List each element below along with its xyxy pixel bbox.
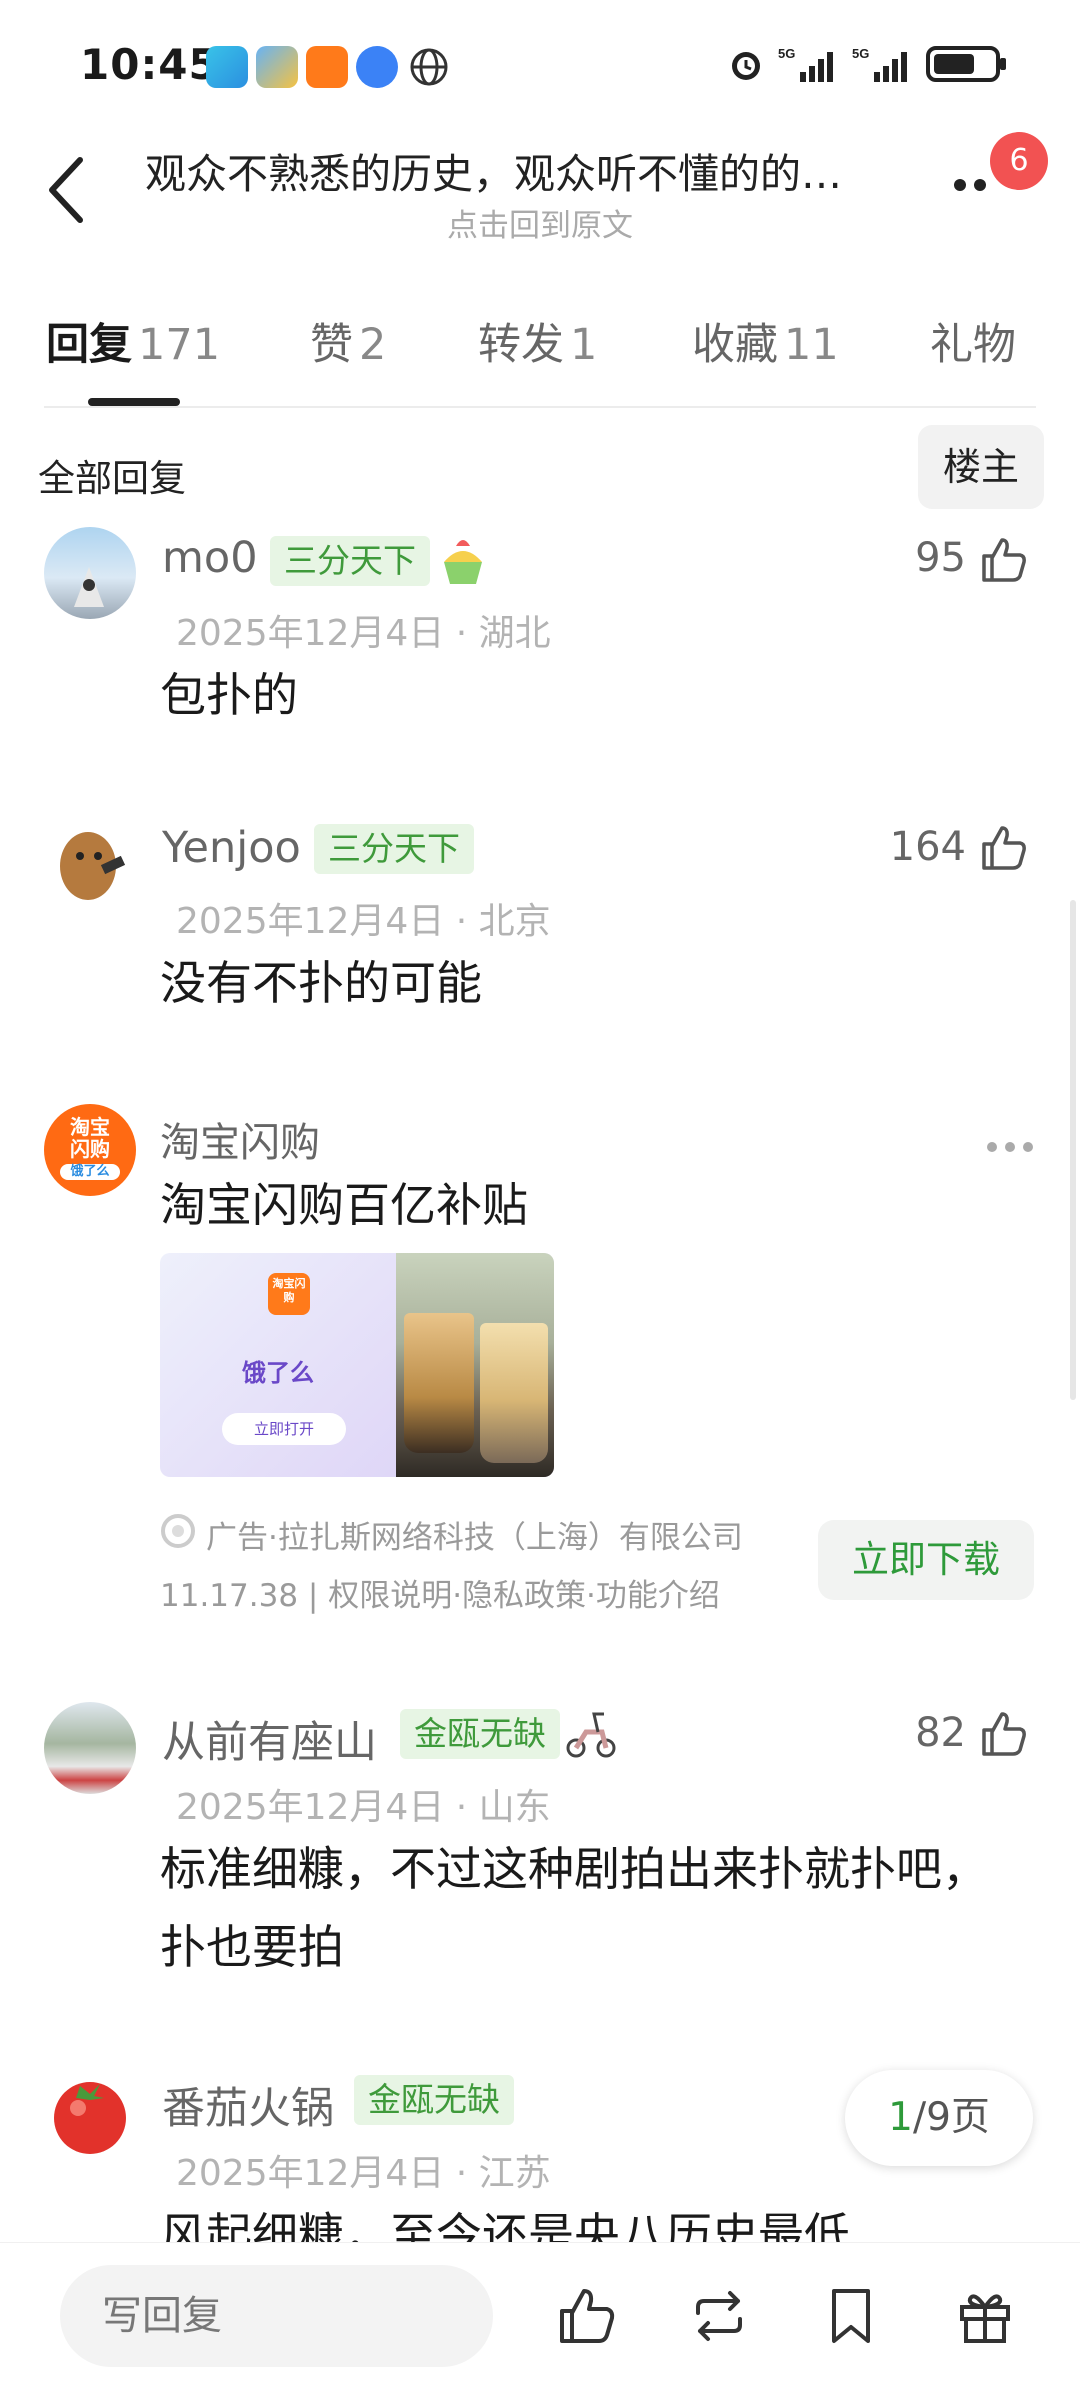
cupcake-icon	[444, 540, 482, 584]
thumbs-up-icon[interactable]	[978, 822, 1030, 874]
scrollbar[interactable]	[1070, 900, 1076, 1400]
avatar-image	[74, 567, 104, 607]
page-title[interactable]: 观众不熟悉的历史，观众听不懂的的…	[145, 140, 905, 200]
ad-avatar[interactable]: 淘宝 闪购 饿了么	[44, 1104, 136, 1196]
like-count: 95	[915, 535, 966, 581]
like-count: 164	[889, 824, 966, 870]
user-badge: 金瓯无缺	[400, 1709, 560, 1759]
comment-meta: 2025年12月4日 · 北京	[176, 901, 551, 942]
avatar[interactable]	[44, 527, 136, 619]
drink-cup	[480, 1323, 548, 1463]
ad-app-icon: 淘宝闪购	[268, 1273, 310, 1315]
weather-app-icon	[256, 46, 298, 88]
drink-cup	[404, 1313, 474, 1453]
user-badge: 三分天下	[314, 824, 474, 874]
bottom-bar: 写回复	[0, 2242, 1080, 2392]
comment-text[interactable]: 标准细糠，不过这种剧拍出来扑就扑吧， 扑也要拍	[160, 1830, 1020, 1986]
active-tab-indicator	[88, 398, 180, 406]
gift-icon[interactable]	[954, 2285, 1016, 2347]
ad-app-name: 饿了么	[242, 1359, 314, 1387]
repost-icon[interactable]	[688, 2285, 750, 2347]
reply-input[interactable]: 写回复	[60, 2265, 493, 2367]
comment-meta: 2025年12月4日 · 江苏	[176, 2153, 551, 2194]
ad-open-button[interactable]: 立即打开	[222, 1413, 346, 1445]
comment-text[interactable]: 风起细糠，至今还是央八历史最低	[160, 2196, 900, 2242]
tab-gifts[interactable]: 礼物	[930, 310, 1016, 372]
thumbs-up-icon[interactable]	[978, 534, 1030, 586]
section-title: 全部回复	[38, 457, 186, 500]
status-indicators: 5G 5G	[726, 44, 1006, 84]
svg-text:5G: 5G	[778, 46, 795, 61]
globe-icon	[410, 48, 448, 86]
tab-reposts[interactable]: 转发 1	[478, 310, 597, 372]
thumbs-up-icon[interactable]	[556, 2285, 618, 2347]
owner-filter-button[interactable]: 楼主	[918, 425, 1044, 509]
scooter-icon	[566, 1712, 616, 1758]
ad-image[interactable]: 淘宝闪购 饿了么 立即打开	[160, 1253, 554, 1477]
signal-5g-icon: 5G	[778, 46, 833, 82]
ad-disclaimer: 广告·拉扎斯网络科技（上海）有限公司	[206, 1520, 743, 1556]
more-options-icon[interactable]	[985, 1140, 1035, 1154]
download-button[interactable]: 立即下载	[818, 1520, 1034, 1600]
more-icon[interactable]	[950, 175, 1000, 195]
user-badge: 三分天下	[270, 536, 430, 586]
avatar[interactable]	[44, 1702, 136, 1794]
tab-favorites[interactable]: 收藏 11	[692, 310, 839, 372]
avatar-image	[60, 832, 126, 900]
signal-5g-icon-2: 5G	[852, 46, 907, 82]
user-badge: 金瓯无缺	[354, 2075, 514, 2125]
comment-meta: 2025年12月4日 · 山东	[176, 1787, 551, 1828]
tab-bar: 回复 171 赞2 转发 1 收藏 11 礼物	[0, 310, 1080, 400]
svg-text:5G: 5G	[852, 46, 869, 61]
avatar[interactable]	[44, 2068, 136, 2160]
ad-photo	[396, 1253, 554, 1477]
ad-details[interactable]: 11.17.38 | 权限说明·隐私政策·功能介绍	[160, 1570, 720, 1615]
ad-name[interactable]: 淘宝闪购	[160, 1110, 320, 1168]
person-app-icon	[306, 46, 348, 88]
ad-text[interactable]: 淘宝闪购百亿补贴	[160, 1166, 528, 1244]
tab-likes[interactable]: 赞2	[310, 310, 386, 372]
thumbs-up-icon[interactable]	[978, 1708, 1030, 1760]
message-app-icon	[356, 46, 398, 88]
avatar[interactable]	[44, 816, 136, 908]
page-indicator[interactable]: 1/9页	[845, 2070, 1033, 2166]
comment-username[interactable]: 从前有座山	[162, 1708, 377, 1770]
comment-username[interactable]: 番茄火锅	[162, 2074, 334, 2136]
comment-meta: 2025年12月4日 · 湖北	[176, 613, 551, 654]
alarm-icon	[732, 52, 760, 80]
comment-username[interactable]: mo0	[162, 533, 258, 583]
avatar-image	[54, 2082, 126, 2154]
comment-text[interactable]: 包扑的	[160, 656, 298, 734]
book-app-icon	[206, 46, 248, 88]
bookmark-icon[interactable]	[820, 2285, 882, 2347]
back-to-original-link[interactable]: 点击回到原文	[0, 200, 1080, 245]
comment-text[interactable]: 没有不扑的可能	[160, 944, 482, 1022]
notification-badge: 6	[990, 132, 1048, 190]
ad-logo-icon	[161, 1514, 195, 1548]
status-time: 10:45	[80, 40, 219, 89]
battery-icon	[926, 46, 1006, 82]
like-count: 82	[915, 1710, 966, 1756]
comment-username[interactable]: Yenjoo	[162, 823, 301, 873]
status-bar: 10:45 5G 5G	[0, 0, 1080, 130]
tab-replies[interactable]: 回复 171	[46, 310, 220, 372]
divider	[44, 406, 1036, 408]
